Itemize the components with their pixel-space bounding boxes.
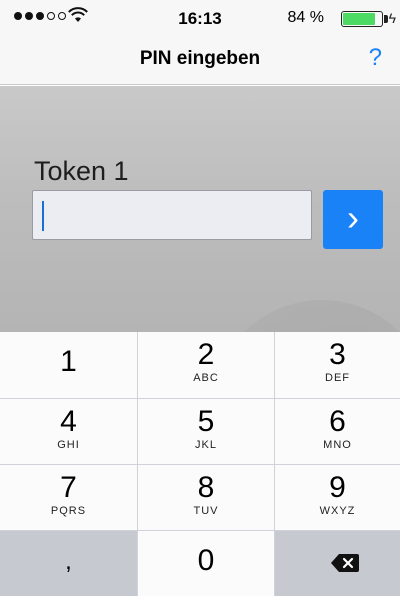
text-caret: [42, 201, 44, 231]
battery-percentage: 84 %: [287, 9, 324, 26]
key-letters: GHI: [57, 439, 80, 451]
key-letters: WXYZ: [319, 505, 356, 517]
key-letters: DEF: [325, 372, 350, 384]
battery-icon: [341, 11, 383, 27]
battery-tip: [384, 15, 388, 23]
submit-button[interactable]: ›: [323, 190, 383, 249]
pin-input[interactable]: [32, 190, 312, 240]
key-8[interactable]: 8 TUV: [138, 465, 274, 530]
key-digit: 1: [60, 345, 77, 378]
battery-fill: [343, 13, 375, 25]
key-letters: MNO: [323, 439, 352, 451]
key-digit: 4: [60, 405, 77, 438]
help-button[interactable]: ?: [369, 44, 382, 72]
key-digit: 3: [329, 338, 346, 371]
key-letters: TUV: [193, 505, 219, 517]
key-0[interactable]: 0: [138, 531, 274, 596]
backspace-icon: [331, 554, 359, 572]
key-digit: 0: [197, 544, 215, 577]
navigation-bar: PIN eingeben ?: [0, 40, 400, 85]
background-watermark: [212, 300, 400, 332]
key-letters: PQRS: [50, 505, 87, 517]
key-digit: 5: [197, 405, 215, 438]
key-digit: 2: [197, 338, 215, 371]
key-digit: 9: [329, 471, 346, 504]
token-label: Token 1: [34, 156, 129, 186]
charging-icon: ϟ: [388, 10, 396, 26]
key-digit: 8: [197, 471, 215, 504]
numeric-keypad: 1 2 ABC 3 DEF 4 GHI 5 JKL 6 MNO 7 PQRS 8…: [0, 332, 400, 596]
key-2[interactable]: 2 ABC: [138, 332, 274, 398]
pin-entry-area: Token 1 ›: [0, 86, 400, 332]
key-letters: JKL: [195, 439, 217, 451]
key-4[interactable]: 4 GHI: [0, 399, 137, 464]
key-9[interactable]: 9 WXYZ: [275, 465, 400, 530]
comma-key[interactable]: ,: [0, 531, 137, 596]
status-bar: 16:13 84 % ϟ: [0, 0, 400, 40]
chevron-right-icon: ›: [347, 197, 359, 238]
page-title: PIN eingeben: [139, 48, 261, 69]
key-5[interactable]: 5 JKL: [138, 399, 274, 464]
key-6[interactable]: 6 MNO: [275, 399, 400, 464]
backspace-key[interactable]: [275, 531, 400, 596]
key-1[interactable]: 1: [0, 332, 137, 398]
key-3[interactable]: 3 DEF: [275, 332, 400, 398]
comma-label: ,: [65, 548, 72, 575]
key-digit: 7: [60, 471, 77, 504]
status-time: 16:13: [178, 9, 222, 28]
key-letters: ABC: [193, 372, 219, 384]
key-7[interactable]: 7 PQRS: [0, 465, 137, 530]
key-digit: 6: [329, 405, 346, 438]
